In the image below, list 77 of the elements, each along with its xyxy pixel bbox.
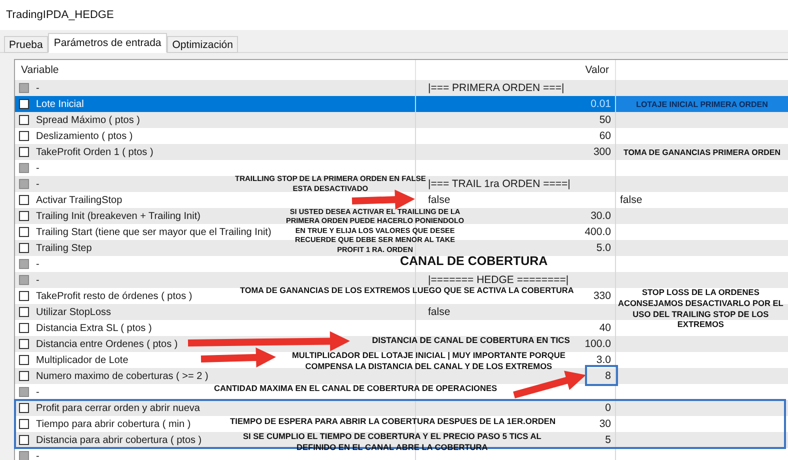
- variable-name: Spread Máximo ( ptos ): [36, 114, 140, 126]
- checkbox[interactable]: [19, 435, 29, 445]
- variable-name: -: [36, 162, 40, 174]
- variable-name: Lote Inicial: [36, 98, 84, 110]
- annotation-text: CANTIDAD MAXIMA EN EL CANAL DE COBERTURA DE OPERACIONES: [214, 383, 498, 394]
- checkbox[interactable]: [19, 115, 29, 125]
- tab[interactable]: Optimización: [167, 36, 238, 53]
- checkbox[interactable]: [19, 371, 29, 381]
- variable-name: Utilizar StopLoss: [36, 306, 112, 318]
- annotation-text: LOTAJE INICIAL PRIMERA ORDEN: [636, 100, 768, 108]
- highlight-frame: [585, 365, 618, 386]
- variable-name: Distancia para abrir cobertura ( ptos ): [36, 434, 202, 446]
- checkbox[interactable]: [19, 291, 29, 301]
- value-text: 0: [605, 402, 611, 414]
- variable-name: TakeProfit resto de órdenes ( ptos ): [36, 290, 192, 302]
- value-text: 40: [599, 322, 611, 334]
- annotation-text: DISTANCIA DE CANAL DE COBERTURA EN TICS: [372, 335, 570, 346]
- value-text: 50: [599, 114, 611, 126]
- value-text: 330: [593, 290, 611, 302]
- checkbox[interactable]: [19, 147, 29, 157]
- checkbox[interactable]: [19, 227, 29, 237]
- value-text: 3.0: [596, 354, 611, 366]
- value-text: 60: [599, 130, 611, 142]
- variable-name: -: [36, 274, 40, 286]
- variable-name: -: [36, 450, 40, 460]
- variable-name: Profit para cerrar orden y abrir nueva: [36, 402, 200, 414]
- annotation-text: TOMA DE GANANCIAS DE LOS EXTREMOS LUEGO QUE SE ACTIVA LA COBERTURA: [240, 286, 574, 297]
- value-text: 0.01: [590, 98, 611, 110]
- annotation-text: CANAL DE COBERTURA: [400, 255, 548, 269]
- checkbox[interactable]: [19, 339, 29, 349]
- checkbox[interactable]: [19, 211, 29, 221]
- window-title: TradingIPDA_HEDGE: [6, 9, 114, 21]
- checkbox[interactable]: [19, 307, 29, 317]
- variable-name: Activar TrailingStop: [36, 194, 122, 206]
- tab[interactable]: Prueba: [4, 36, 48, 53]
- checkbox[interactable]: [19, 99, 29, 109]
- value-text: |=== TRAIL 1ra ORDEN ====|: [428, 178, 570, 190]
- value-text: 30.0: [590, 210, 611, 222]
- annotation-text: MULTIPLICADOR DEL LOTAJE INICIAL | MUY IMPORTANTE PORQUE COMPENSA LA DISTANCIA DEL CANAL Y DE LOS EXTREMOS: [292, 350, 566, 372]
- value-text: |======= HEDGE ========|: [428, 274, 569, 286]
- variable-name: Multiplicador de Lote: [36, 354, 128, 366]
- variable-name: -: [36, 386, 40, 398]
- variable-name: -: [36, 178, 40, 190]
- variable-name: Trailing Step: [36, 242, 92, 254]
- variable-name: Distancia Extra SL ( ptos ): [36, 322, 152, 334]
- value-text: |=== PRIMERA ORDEN ===|: [428, 82, 564, 94]
- value-text: 300: [593, 146, 611, 158]
- value-text: 30: [599, 418, 611, 430]
- value-text: false: [428, 306, 450, 318]
- variable-name: -: [36, 258, 40, 270]
- annotation-text: TOMA DE GANANCIAS PRIMERA ORDEN: [623, 148, 781, 156]
- variable-name: Tiempo para abrir cobertura ( min ): [36, 418, 191, 430]
- checkbox[interactable]: [19, 403, 29, 413]
- variable-name: Trailing Init (breakeven + Trailing Init): [36, 210, 200, 222]
- variable-name: Numero maximo de coberturas ( >= 2 ): [36, 370, 208, 382]
- tab[interactable]: Parámetros de entrada: [48, 33, 168, 53]
- value-text: 100.0: [584, 338, 611, 350]
- variable-name: Trailing Start (tiene que ser mayor que el Trailing Init): [36, 226, 272, 238]
- value-text: 8: [605, 370, 611, 382]
- variable-name: Distancia entre Ordenes ( ptos ): [36, 338, 178, 350]
- value-text: false: [428, 194, 450, 206]
- checkbox[interactable]: [19, 355, 29, 365]
- variable-name: -: [36, 82, 40, 94]
- checkbox[interactable]: [19, 243, 29, 253]
- annotation-text: STOP LOSS DE LA ORDENES ACONSEJAMOS DESACTIVARLO POR EL USO DEL TRAILING STOP DE LOS EXTREMOS: [618, 287, 784, 330]
- variable-name: Deslizamiento ( ptos ): [36, 130, 133, 142]
- value-text: 5.0: [596, 242, 611, 254]
- annotation-text: TIEMPO DE ESPERA PARA ABRIR LA COBERTURA DESPUES DE LA 1ER.ORDEN: [230, 416, 556, 427]
- checkbox[interactable]: [19, 419, 29, 429]
- checkbox[interactable]: [19, 131, 29, 141]
- checkbox[interactable]: [19, 195, 29, 205]
- arrow: [352, 190, 415, 210]
- checkbox[interactable]: [19, 323, 29, 333]
- value-text: 5: [605, 434, 611, 446]
- value-text: 400.0: [584, 226, 611, 238]
- variable-name: TakeProfit Orden 1 ( ptos ): [36, 146, 154, 158]
- cell-text: false: [619, 194, 642, 206]
